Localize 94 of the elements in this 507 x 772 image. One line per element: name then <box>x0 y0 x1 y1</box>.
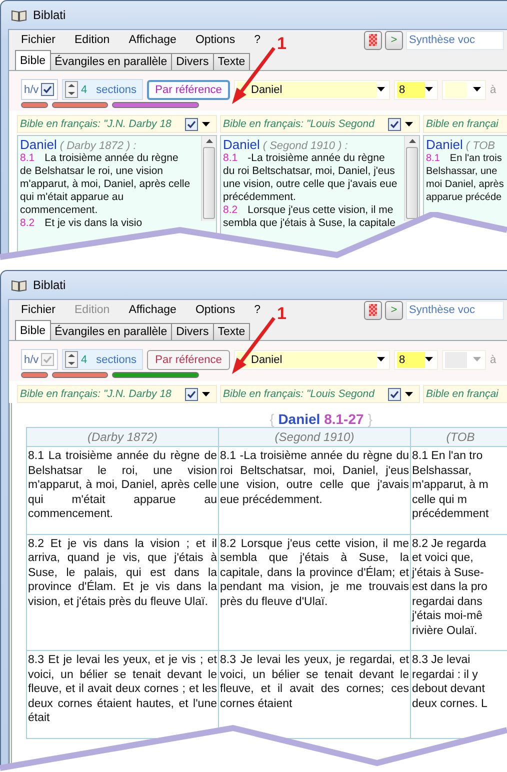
version-combobox[interactable]: Bible en français: "Louis Segond <box>220 115 420 133</box>
dropdown-arrow-icon <box>425 87 433 92</box>
tab[interactable]: Bible <box>15 320 51 340</box>
tab[interactable]: Divers <box>171 323 214 340</box>
by-reference-button[interactable]: Par référence <box>147 350 230 370</box>
spinner-arrows-icon[interactable] <box>65 81 78 98</box>
scrollbar[interactable] <box>201 136 216 221</box>
speech-synthesis-field[interactable]: Synthèse voc <box>406 300 504 320</box>
to-label: à <box>490 84 496 96</box>
dropdown-arrow-icon <box>202 122 210 126</box>
verse-cell: 8.2 Et je vis dans la vision ; et il arriva, quand je vis, que j'étais à Suse, le palais, qui est dans la province d'Élam. Et je vis dans la vision, et j'étais près du fleuve Ulaï. <box>27 534 219 651</box>
version-checkbox[interactable] <box>185 118 198 130</box>
tab[interactable]: Évangiles en parallèle <box>50 323 172 340</box>
verse-cell: 8.2 Lorsque j'eus cette vision, il me sembla que j'étais à Suse, la capitale, dans la province d'Élam; et pendant ma vision, je me trouvais près du fleuve d'Ulaï. <box>219 534 411 651</box>
dropdown-arrow-icon <box>473 357 481 362</box>
tab[interactable]: Bible <box>15 50 51 70</box>
verse-text: 8.2 Et je vis dans la visio <box>20 217 144 230</box>
verse-cell: 8.1 En l'an tro Belshassar, m'apparut, à m celle qui m précédemment <box>411 447 507 534</box>
verse-cell: 8.1 -La troisième année du règne du roi Beltschatsar, moi, Daniel, j'eus une vision, outre celle que j'avais eue précédemment. <box>219 447 411 534</box>
verse-combobox[interactable] <box>442 80 486 100</box>
dropdown-arrow-icon <box>202 392 210 396</box>
hv-label: h/v <box>24 84 39 96</box>
book-icon <box>11 278 27 292</box>
book-combobox[interactable]: Daniel <box>234 350 390 370</box>
chapter-combobox[interactable]: 8 <box>394 80 438 100</box>
menu-item[interactable]: Options <box>195 304 236 316</box>
callout-number: 1 <box>277 304 286 324</box>
dropdown-arrow-icon <box>425 357 433 362</box>
book-name: Daniel <box>20 137 57 152</box>
dropdown-arrow-icon <box>405 122 413 126</box>
sections-label: sections <box>96 84 136 96</box>
version-combobox[interactable]: Bible en français: "J.N. Darby 18 <box>17 115 217 133</box>
tab[interactable]: Évangiles en parallèle <box>50 53 172 70</box>
chapter-combobox[interactable]: 8 <box>394 350 438 370</box>
stop-icon <box>369 34 377 46</box>
version-combobox[interactable]: Bible en françai <box>423 115 507 133</box>
book-icon <box>11 8 27 22</box>
to-label: à <box>490 354 496 366</box>
passage-heading: { Daniel 8.1-27 } <box>268 411 374 427</box>
dropdown-arrow-icon <box>377 87 385 92</box>
version-combobox[interactable]: Bible en français: "Louis Segond <box>220 385 420 403</box>
version-name: ( Darby 1872 ) : <box>60 140 136 152</box>
play-button[interactable]: > <box>385 300 403 320</box>
scroll-up-icon[interactable] <box>408 139 416 144</box>
menu-item[interactable]: ? <box>254 34 260 46</box>
menu-item[interactable]: ? <box>254 304 260 316</box>
callout-number: 1 <box>277 34 286 54</box>
window-title: Biblati <box>33 8 66 22</box>
verse-cell: 8.1 La troisième année du règne de Belshatsar le roi, une vision m'apparut, à moi, Daniel, après celle qui m'était apparue au commencement. <box>27 447 219 534</box>
dropdown-arrow-icon <box>473 87 481 92</box>
dropdown-arrow-icon <box>377 357 385 362</box>
window-title: Biblati <box>33 278 66 292</box>
menu-item[interactable]: Fichier <box>21 304 56 316</box>
book-name: Daniel <box>223 137 260 152</box>
tab[interactable]: Texte <box>212 53 250 70</box>
hv-label: h/v <box>24 354 39 366</box>
column-header: (Segond 1910) <box>219 428 411 447</box>
version-checkbox[interactable] <box>388 388 401 400</box>
sections-label: sections <box>96 354 136 366</box>
by-reference-button[interactable]: Par référence <box>147 80 230 100</box>
verse-cell: 8.2 Je regarda et voici que, j'étais à Suse- est dans la pro regardai dans j'étais moi-mê rivière Oulaï. <box>411 534 507 651</box>
menu-item[interactable]: Affichage <box>128 34 176 46</box>
stop-icon <box>369 304 377 316</box>
verse-text: 8.1 -La troisième année du règne du roi Beltschatsar, moi, Daniel, j'eus une vision, outre celle que j'avais eue précédemment. <box>223 152 398 204</box>
verse-text: 8.2 Lorsque j'eus cette vision, il me sembla que j'étais à Suse, la capitale <box>223 204 396 230</box>
sections-count: 4 <box>81 354 88 366</box>
column-header: (Darby 1872) <box>27 428 219 447</box>
version-checkbox[interactable] <box>388 118 401 130</box>
tab[interactable]: Texte <box>212 323 250 340</box>
play-button[interactable]: > <box>385 30 403 50</box>
version-combobox[interactable]: Bible en français: "J.N. Darby 18 <box>17 385 217 403</box>
stop-button[interactable] <box>364 30 382 50</box>
hv-checkbox[interactable] <box>40 83 54 96</box>
dropdown-arrow-icon <box>405 392 413 396</box>
sections-count: 4 <box>81 84 88 96</box>
version-checkbox[interactable] <box>185 388 198 400</box>
scrollbar[interactable] <box>404 136 419 221</box>
tab[interactable]: Divers <box>171 53 214 70</box>
menu-item[interactable]: Edition <box>74 34 110 46</box>
version-combobox[interactable]: Bible en françai <box>423 385 507 403</box>
version-name: ( Segond 1910 ) : <box>262 140 348 152</box>
verse-text: 8.1 En l'an trois Belshassar, une moi Daniel, après apparue précéde <box>426 152 505 204</box>
book-name: Daniel <box>426 137 463 152</box>
stop-button[interactable] <box>364 300 382 320</box>
column-header: (TOB <box>411 428 507 447</box>
book-combobox[interactable]: Daniel <box>234 80 390 100</box>
verse-text: 8.1 La troisième année du règne de Belshatsar le roi, une vision m'apparut, à moi, Daniel, après celle qui m'était apparue au commencement. <box>20 152 192 217</box>
menu-item[interactable]: Affichage <box>128 304 176 316</box>
version-name: ( TOB <box>466 140 495 152</box>
spinner-arrows-icon[interactable] <box>65 351 78 368</box>
menu-item[interactable]: Fichier <box>21 34 56 46</box>
speech-synthesis-field[interactable]: Synthèse voc <box>406 30 504 50</box>
menu-item[interactable]: Options <box>195 34 236 46</box>
scroll-up-icon[interactable] <box>206 139 212 144</box>
